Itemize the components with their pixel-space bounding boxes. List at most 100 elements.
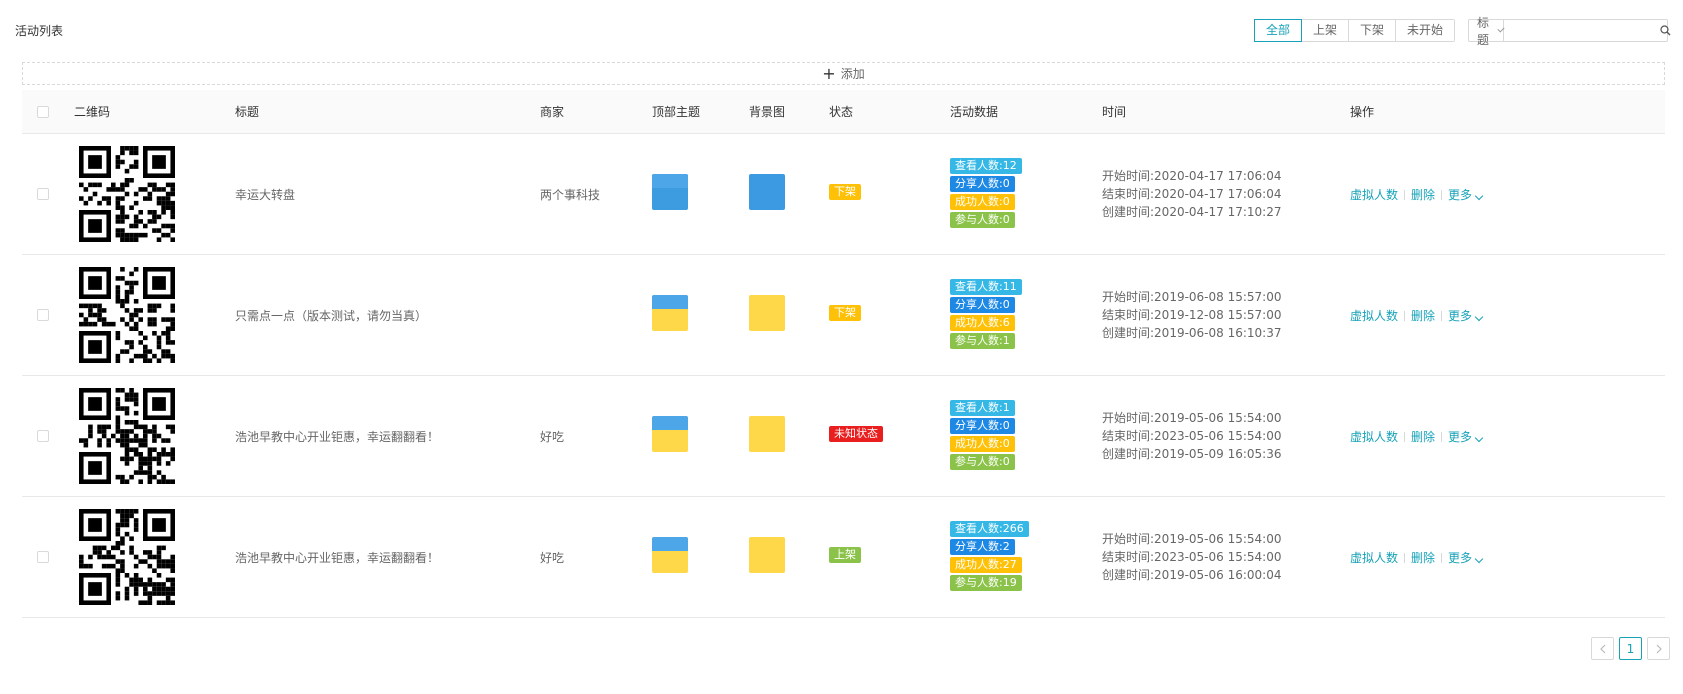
start-time: 开始时间:2019-06-08 15:57:00: [1102, 290, 1282, 304]
created-time: 创建时间:2019-05-09 16:05:36: [1102, 447, 1282, 461]
row-checkbox[interactable]: [37, 430, 49, 442]
row-merchant: 好吃: [540, 551, 565, 565]
page-button[interactable]: 1: [1619, 637, 1642, 660]
column-time: 时间: [1102, 105, 1127, 119]
row-title: 浩池早教中心开业钜惠，幸运翻翻看！: [235, 551, 440, 565]
chevron-down-icon: [1474, 312, 1484, 322]
end-time: 结束时间:2023-05-06 15:54:00: [1102, 550, 1282, 564]
chevron-down-icon: [1474, 554, 1484, 564]
virtual-count-link[interactable]: 虚拟人数: [1350, 428, 1398, 445]
filter-online-button[interactable]: 上架: [1301, 20, 1349, 41]
row-actions: 虚拟人数 删除 更多: [1350, 549, 1484, 566]
search-input[interactable]: [1504, 20, 1661, 41]
qr-code-image: [79, 509, 175, 605]
activity-table: 二维码 标题 商家 顶部主题 背景图 状态 活动数据 时间 操作 幸运大转盘 两…: [22, 90, 1665, 618]
qr-code-image: [79, 146, 175, 242]
row-checkbox[interactable]: [37, 551, 49, 563]
filter-not-started-button[interactable]: 未开始: [1395, 20, 1455, 41]
more-label: 更多: [1448, 430, 1473, 444]
column-status: 状态: [829, 105, 854, 119]
add-activity-button[interactable]: + 添加: [22, 62, 1665, 85]
start-time: 开始时间:2019-05-06 15:54:00: [1102, 411, 1282, 425]
status-filter-group: 全部 上架 下架 未开始: [1254, 19, 1456, 42]
stat-join-count: 参与人数:19: [950, 575, 1022, 591]
start-time: 开始时间:2020-04-17 17:06:04: [1102, 169, 1282, 183]
search-box: 标题: [1468, 16, 1671, 47]
virtual-count-link[interactable]: 虚拟人数: [1350, 307, 1398, 324]
stat-join-count: 参与人数:0: [950, 212, 1015, 228]
status-badge: 下架: [829, 184, 861, 200]
column-activity-data: 活动数据: [950, 105, 999, 119]
activity-stats: 查看人数:266 分享人数:2 成功人数:27 参与人数:19: [950, 521, 1029, 591]
stat-success-count: 成功人数:6: [950, 315, 1015, 331]
activity-stats: 查看人数:12 分享人数:0 成功人数:0 参与人数:0: [950, 158, 1022, 228]
search-field-select[interactable]: 标题: [1469, 16, 1505, 47]
pagination: 1: [1591, 637, 1670, 660]
stat-view-count: 查看人数:11: [950, 279, 1022, 295]
stat-share-count: 分享人数:2: [950, 539, 1015, 555]
end-time: 结束时间:2023-05-06 15:54:00: [1102, 429, 1282, 443]
row-title: 只需点一点（版本测试，请勿当真）: [235, 309, 428, 323]
add-label: 添加: [840, 67, 865, 81]
background-thumbnail: [749, 537, 785, 573]
table-header: 二维码 标题 商家 顶部主题 背景图 状态 活动数据 时间 操作: [22, 90, 1665, 134]
virtual-count-link[interactable]: 虚拟人数: [1350, 549, 1398, 566]
more-dropdown[interactable]: 更多: [1448, 307, 1484, 324]
chevron-right-icon: [1656, 644, 1662, 653]
row-merchant: 两个事科技: [540, 188, 601, 202]
table-row: 只需点一点（版本测试，请勿当真） 下架 查看人数:11 分享人数:0 成功人数:…: [22, 255, 1665, 376]
column-merchant: 商家: [540, 105, 565, 119]
chevron-left-icon: [1599, 644, 1605, 653]
table-row: 浩池早教中心开业钜惠，幸运翻翻看！ 好吃 未知状态 查看人数:1 分享人数:0 …: [22, 376, 1665, 497]
top-theme-thumbnail: [652, 295, 688, 331]
more-dropdown[interactable]: 更多: [1448, 549, 1484, 566]
more-label: 更多: [1448, 551, 1473, 565]
stat-view-count: 查看人数:266: [950, 521, 1029, 537]
filter-all-button[interactable]: 全部: [1254, 19, 1303, 42]
background-thumbnail: [749, 174, 785, 210]
stat-success-count: 成功人数:0: [950, 194, 1015, 210]
search-field-label: 标题: [1477, 15, 1490, 47]
delete-link[interactable]: 删除: [1411, 428, 1435, 445]
qr-code-image: [79, 267, 175, 363]
status-badge: 下架: [829, 305, 861, 321]
virtual-count-link[interactable]: 虚拟人数: [1350, 186, 1398, 203]
stat-view-count: 查看人数:12: [950, 158, 1022, 174]
next-page-button[interactable]: [1647, 637, 1670, 660]
row-times: 开始时间:2019-06-08 15:57:00 结束时间:2019-12-08…: [1102, 288, 1282, 342]
delete-link[interactable]: 删除: [1411, 549, 1435, 566]
created-time: 创建时间:2019-05-06 16:00:04: [1102, 568, 1282, 582]
prev-page-button[interactable]: [1591, 637, 1614, 660]
row-checkbox[interactable]: [37, 309, 49, 321]
page-title: 活动列表: [15, 24, 64, 38]
column-actions: 操作: [1350, 105, 1375, 119]
stat-share-count: 分享人数:0: [950, 297, 1015, 313]
stat-success-count: 成功人数:0: [950, 436, 1015, 452]
row-checkbox[interactable]: [37, 188, 49, 200]
row-title: 幸运大转盘: [235, 188, 296, 202]
more-dropdown[interactable]: 更多: [1448, 186, 1484, 203]
table-row: 幸运大转盘 两个事科技 下架 查看人数:12 分享人数:0 成功人数:0 参与人…: [22, 134, 1665, 255]
delete-link[interactable]: 删除: [1411, 307, 1435, 324]
delete-link[interactable]: 删除: [1411, 186, 1435, 203]
background-thumbnail: [749, 416, 785, 452]
search-icon[interactable]: [1660, 20, 1671, 41]
start-time: 开始时间:2019-05-06 15:54:00: [1102, 532, 1282, 546]
more-dropdown[interactable]: 更多: [1448, 428, 1484, 445]
qr-code-image: [79, 388, 175, 484]
column-title: 标题: [235, 105, 260, 119]
column-top-theme: 顶部主题: [652, 105, 701, 119]
stat-share-count: 分享人数:0: [950, 418, 1015, 434]
top-theme-thumbnail: [652, 416, 688, 452]
plus-icon: +: [822, 63, 836, 83]
row-actions: 虚拟人数 删除 更多: [1350, 307, 1484, 324]
background-thumbnail: [749, 295, 785, 331]
row-times: 开始时间:2019-05-06 15:54:00 结束时间:2023-05-06…: [1102, 530, 1282, 584]
top-theme-thumbnail: [652, 537, 688, 573]
select-all-checkbox[interactable]: [37, 106, 49, 118]
stat-share-count: 分享人数:0: [950, 176, 1015, 192]
row-times: 开始时间:2019-05-06 15:54:00 结束时间:2023-05-06…: [1102, 409, 1282, 463]
table-row: 浩池早教中心开业钜惠，幸运翻翻看！ 好吃 上架 查看人数:266 分享人数:2 …: [22, 497, 1665, 618]
filter-offline-button[interactable]: 下架: [1348, 20, 1396, 41]
top-theme-thumbnail: [652, 174, 688, 210]
